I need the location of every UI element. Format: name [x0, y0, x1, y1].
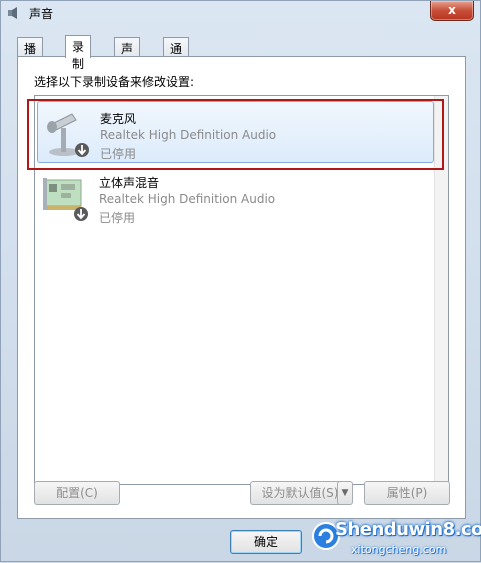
watermark-logo-icon	[312, 522, 340, 550]
device-list[interactable]: 麦克风 Realtek High Definition Audio 已停用 立体…	[34, 95, 449, 485]
watermark-main-text: Shenduwin8.com	[335, 519, 481, 540]
device-status: 已停用	[99, 211, 136, 225]
sound-dialog: 声音 x 播放 录制 声音 通信 选择以下录制设备来修改设置: 麦克风 Real…	[0, 0, 481, 562]
watermark-sub-text: xitongcheng.com	[351, 543, 447, 556]
tab-playback[interactable]: 播放	[17, 37, 44, 73]
device-driver: Realtek High Definition Audio	[99, 192, 276, 206]
instruction-text: 选择以下录制设备来修改设置:	[34, 75, 195, 89]
device-status: 已停用	[100, 147, 137, 161]
device-list-scrollbar[interactable]	[434, 96, 448, 484]
device-name: 麦克风	[100, 112, 137, 126]
sound-card-icon	[43, 178, 88, 221]
window-title: 声音	[29, 7, 54, 21]
recording-panel: 选择以下录制设备来修改设置: 麦克风 Realtek High Definiti…	[17, 56, 466, 519]
tab-sounds[interactable]: 声音	[114, 37, 141, 73]
device-item-microphone[interactable]: 麦克风 Realtek High Definition Audio 已停用	[37, 101, 434, 163]
site-watermark: Shenduwin8.com xitongcheng.com	[311, 513, 481, 563]
device-item-stereo-mix[interactable]: 立体声混音 Realtek High Definition Audio 已停用	[37, 166, 434, 228]
properties-button[interactable]: 属性(P)	[364, 481, 450, 505]
tab-recording[interactable]: 录制	[65, 35, 92, 71]
ok-button[interactable]: 确定	[230, 530, 302, 554]
configure-button[interactable]: 配置(C)	[34, 481, 120, 505]
close-button[interactable]: x	[430, 1, 474, 21]
chevron-down-icon: ▼	[341, 488, 349, 498]
set-default-dropdown-button[interactable]: ▼	[337, 481, 353, 505]
microphone-icon	[47, 113, 89, 157]
title-bar[interactable]: 声音 x	[1, 1, 480, 25]
device-name: 立体声混音	[99, 176, 160, 190]
tab-communications[interactable]: 通信	[163, 37, 190, 73]
speaker-icon	[8, 7, 17, 19]
set-default-button[interactable]: 设为默认值(S)	[250, 481, 350, 505]
device-driver: Realtek High Definition Audio	[100, 128, 277, 142]
